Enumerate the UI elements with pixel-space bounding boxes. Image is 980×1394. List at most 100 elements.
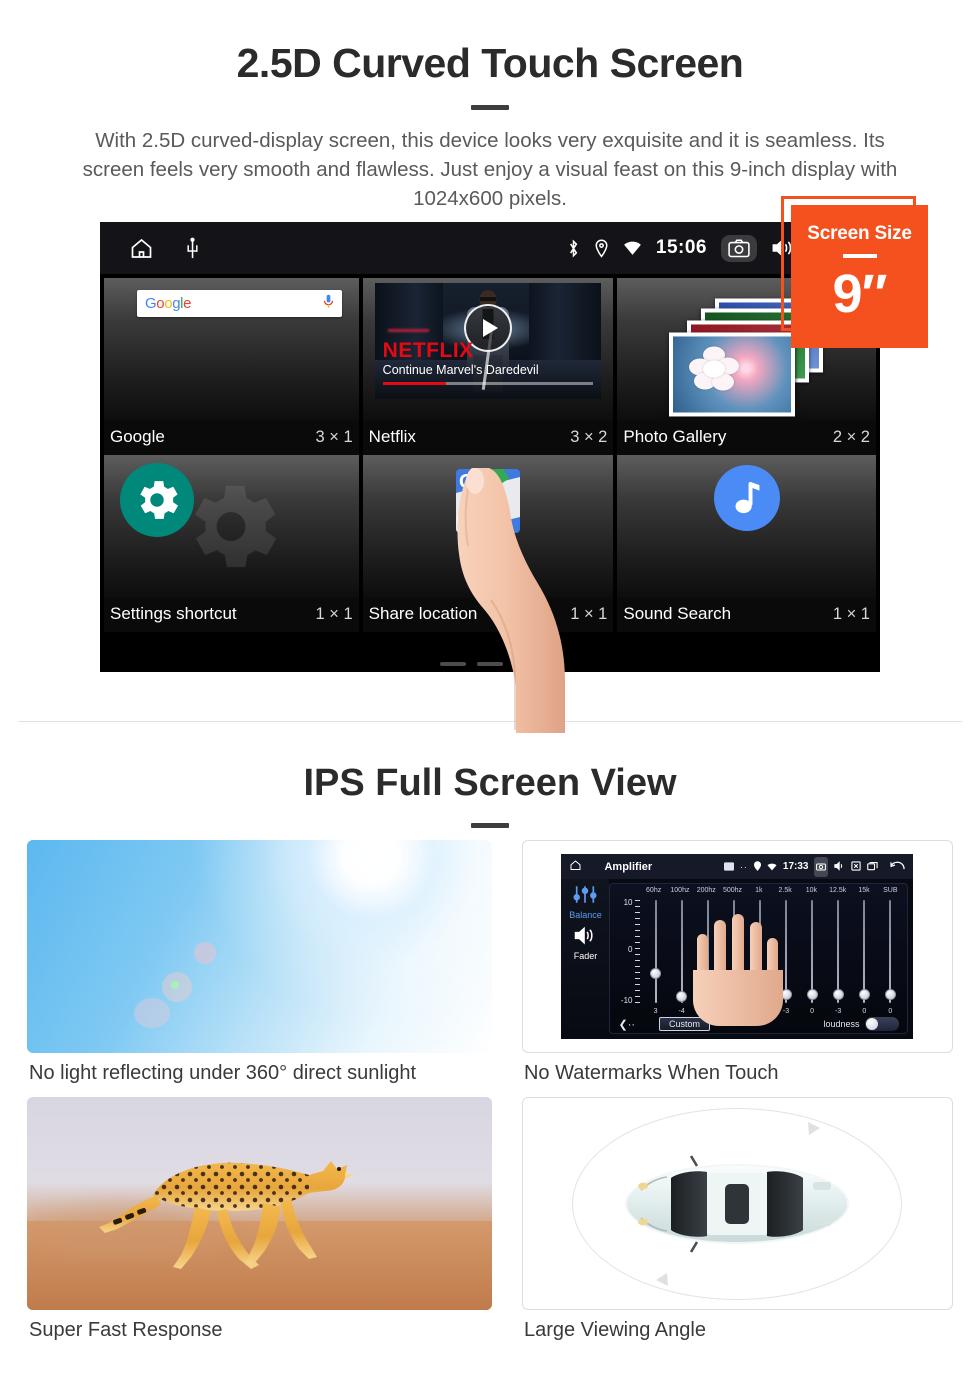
balance-label[interactable]: Balance [561,910,609,920]
preset-back-arrow-icon[interactable]: ❮·· [618,1018,635,1031]
eq-slider [825,900,851,1003]
eq-value: 0 [862,1008,867,1015]
curved-touch-screen-section: 2.5D Curved Touch Screen With 2.5D curve… [0,0,980,733]
feature-caption: Super Fast Response [29,1319,223,1341]
badge-divider [842,254,877,258]
feature-caption: No Watermarks When Touch [523,1062,779,1084]
amplifier-screenshot: Amplifier ·· 17:33 Balance Fader 60hz 10… [521,840,953,1053]
feature-card-sunlight[interactable]: No light reflecting under 360° direct su… [27,840,492,1085]
volume-icon[interactable] [834,858,845,876]
widget-card-share-location[interactable]: G Share location 1 × 1 [362,455,614,632]
widget-size: 1 × 1 [832,604,870,623]
widget-label: Google [110,427,165,446]
scale-bottom: -10 [620,996,633,1005]
widget-card-sound-search[interactable]: Sound Search 1 × 1 [617,455,876,632]
widget-card-netflix[interactable]: NETFLIX Continue Marvel's Daredevil Netf… [362,278,614,455]
equalizer-sliders-icon[interactable] [561,885,609,909]
netflix-logo: NETFLIX [382,339,474,362]
widget-size: 3 × 2 [570,427,608,446]
settings-gear-icon [120,463,194,537]
widget-size: 1 × 1 [315,604,353,623]
widget-row-1: Google Google 3 × 1 NETFLIX Continue Mar… [104,278,876,455]
widget-size: 2 × 2 [832,427,870,446]
eq-value: -3 [835,1008,842,1015]
camera-icon[interactable] [721,234,757,262]
home-icon[interactable] [128,236,155,260]
scale-top: 10 [623,898,633,907]
more-icon[interactable]: ·· [740,862,748,872]
playback-progress-bar [382,382,594,385]
widget-size: 1 × 1 [570,604,608,623]
back-arrow-icon[interactable] [890,858,906,876]
running-cheetah-photo [27,1097,492,1310]
microphone-icon[interactable] [323,294,334,314]
google-maps-icon: G [456,469,521,533]
wifi-icon [623,240,642,256]
bluetooth-icon [567,238,580,258]
amplifier-clock: 17:33 [782,861,809,872]
loudness-toggle[interactable] [865,1017,900,1031]
android-head-unit-screen: 15:06 Google Google 3 × 1 NETFLIX Contin… [100,222,880,672]
sunlight-sky-photo [27,840,492,1053]
eq-band-label: 15k [858,887,870,894]
eq-band-label: 2.5k [778,887,792,894]
feature-caption: No light reflecting under 360° direct su… [29,1062,417,1084]
widget-card-settings-shortcut[interactable]: Settings shortcut 1 × 1 [104,455,359,632]
widget-label: Settings shortcut [110,604,237,623]
screen-size-value: 9″ [832,264,888,324]
android-status-bar: 15:06 [100,222,880,274]
amplifier-sidebar: Balance Fader [561,879,610,1039]
wifi-icon [767,858,777,876]
eq-scale: 10 0 -10 [616,898,641,1005]
feature-card-viewing-angle[interactable]: Large Viewing Angle [521,1097,953,1342]
loudness-label: loudness [823,1019,860,1029]
amplifier-ui: Amplifier ·· 17:33 Balance Fader 60hz 10… [561,854,914,1039]
home-icon[interactable] [569,858,582,876]
eq-value: 0 [810,1008,815,1015]
widget-card-google[interactable]: Google Google 3 × 1 [104,278,359,455]
eq-slider [799,900,825,1003]
amplifier-status-bar: Amplifier ·· 17:33 [561,854,914,879]
screen-size-label: Screen Size [807,223,912,244]
close-box-icon[interactable] [851,858,862,876]
scale-mid: 0 [628,945,633,955]
eq-band-label: 500hz [722,887,743,894]
ips-full-screen-view-section: IPS Full Screen View No light reflecting… [0,722,980,1394]
eq-band-labels: 60hz 100hz 200hz 500hz 1k 2.5k 10k 12.5k… [610,884,907,894]
camera-icon[interactable] [814,856,829,877]
usb-icon[interactable] [185,237,200,259]
feature-card-grid: No light reflecting under 360° direct su… [0,840,980,1354]
widget-label: Photo Gallery [623,427,727,446]
gallery-icon[interactable] [723,858,734,876]
page-dot-1[interactable] [440,662,466,666]
page-title: 2.5D Curved Touch Screen [236,40,744,86]
page-indicator[interactable] [440,662,540,666]
eq-band-label: SUB [883,887,898,894]
eq-band-label: 100hz [670,887,690,894]
title-underline [471,105,509,111]
eq-band-label: 10k [805,887,818,894]
touching-hand-illustration [681,912,801,1032]
feature-card-row-2: Super Fast Response Large Viewing Angle [0,1097,980,1342]
eq-value: 3 [653,1008,658,1015]
screen-size-badge: Screen Size 9″ [791,205,928,348]
page-dot-3-active[interactable] [514,662,540,666]
feature-card-fast-response[interactable]: Super Fast Response [27,1097,492,1342]
eq-slider [877,900,903,1003]
status-clock: 15:06 [655,237,707,258]
widget-picker-grid: Google Google 3 × 1 NETFLIX Continue Mar… [100,274,880,632]
feature-card-row-1: No light reflecting under 360° direct su… [0,840,980,1085]
recent-apps-icon[interactable] [867,858,879,876]
eq-band-label: 12.5k [829,887,847,894]
location-pin-icon [594,238,609,258]
netflix-preview: NETFLIX Continue Marvel's Daredevil [374,283,602,399]
google-search-bar[interactable]: Google [137,290,342,317]
speaker-icon[interactable] [561,926,609,950]
feature-card-no-watermarks[interactable]: Amplifier ·· 17:33 Balance Fader 60hz 10… [521,840,953,1085]
section2-title-underline [471,823,509,828]
fader-label[interactable]: Fader [561,951,609,961]
page-dot-2[interactable] [477,662,503,666]
google-logo: Google [145,295,192,312]
eq-slider [642,900,668,1003]
widget-label: Netflix [368,427,416,446]
